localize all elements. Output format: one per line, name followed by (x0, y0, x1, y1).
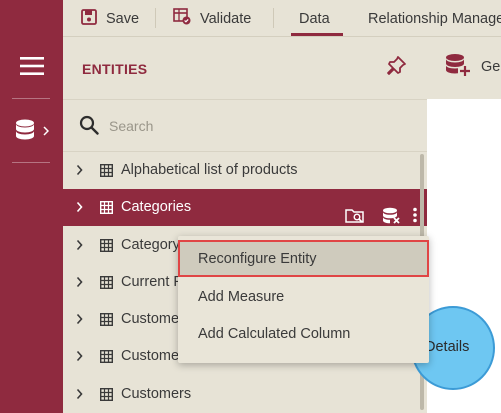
search-input[interactable] (109, 112, 399, 140)
menu-item-label: Add Measure (198, 289, 285, 305)
rail-divider (12, 98, 50, 99)
rail-database-button[interactable] (0, 112, 63, 152)
pin-button[interactable] (385, 55, 407, 82)
chevron-right-icon[interactable] (76, 164, 83, 180)
active-tab-indicator (291, 33, 343, 36)
table-icon (99, 163, 114, 181)
chevron-right-icon[interactable] (76, 313, 83, 329)
hamburger-icon (19, 56, 44, 80)
chevron-right-icon[interactable] (76, 388, 83, 404)
top-toolbar: Save Validate Data Relationship Manage (63, 0, 501, 37)
chevron-right-icon[interactable] (76, 239, 83, 255)
pin-icon (385, 56, 407, 81)
validate-table-icon (173, 8, 200, 29)
chevron-right-icon[interactable] (76, 276, 83, 292)
list-item-label: Customers (121, 386, 192, 402)
tab-relationship-manager[interactable]: Relationship Manage (368, 0, 501, 36)
panel-title: ENTITIES (82, 61, 148, 77)
save-button[interactable]: Save (81, 0, 140, 36)
left-rail (0, 0, 63, 413)
tab-relationship-label: Relationship Manage (368, 10, 501, 27)
menu-item-label: Reconfigure Entity (198, 251, 317, 267)
table-icon (99, 238, 114, 256)
list-item[interactable]: Alphabetical list of products (63, 152, 427, 189)
list-item-label: Current P (121, 274, 184, 290)
generate-button[interactable]: Ge (445, 53, 500, 81)
entity-node-label: Details (425, 339, 470, 355)
list-item-label: Custome (121, 311, 180, 327)
floppy-disk-icon (81, 8, 106, 29)
list-item-selected[interactable]: Categories (63, 189, 427, 226)
tab-data-label: Data (299, 10, 330, 27)
chevron-right-icon[interactable] (76, 350, 83, 366)
table-icon (99, 349, 114, 367)
validate-label: Validate (200, 10, 252, 27)
toolbar-divider (273, 8, 274, 28)
table-icon (99, 312, 114, 330)
list-item-label: Category (121, 237, 180, 253)
database-remove-icon (382, 207, 402, 229)
rail-divider (12, 162, 50, 163)
validate-button[interactable]: Validate (173, 0, 252, 36)
toolbar-divider (155, 8, 156, 28)
chevron-right-icon (42, 123, 49, 141)
list-item-label: Alphabetical list of products (121, 162, 298, 178)
generate-label: Ge (481, 59, 501, 75)
hamburger-menu-button[interactable] (0, 50, 63, 86)
table-icon (99, 387, 114, 405)
save-label: Save (106, 10, 140, 27)
table-icon (99, 200, 114, 218)
menu-item-add-calculated-column[interactable]: Add Calculated Column (178, 315, 429, 352)
entity-context-menu: Reconfigure Entity Add Measure Add Calcu… (178, 236, 429, 363)
more-vertical-icon (413, 207, 417, 227)
search-icon (79, 115, 99, 140)
chevron-right-icon[interactable] (76, 201, 83, 217)
menu-item-add-measure[interactable]: Add Measure (178, 278, 429, 315)
table-icon (99, 275, 114, 293)
database-icon (15, 118, 37, 147)
list-item[interactable]: Customers (63, 376, 427, 413)
list-item-label: Categories (121, 199, 192, 215)
tab-data[interactable]: Data (299, 0, 330, 36)
folder-search-icon (345, 207, 365, 229)
entity-search-bar (63, 99, 427, 152)
database-add-icon (445, 53, 481, 81)
menu-item-label: Add Calculated Column (198, 326, 351, 342)
menu-item-reconfigure-entity[interactable]: Reconfigure Entity (178, 240, 429, 277)
entities-panel-header: ENTITIES Ge (63, 37, 500, 99)
